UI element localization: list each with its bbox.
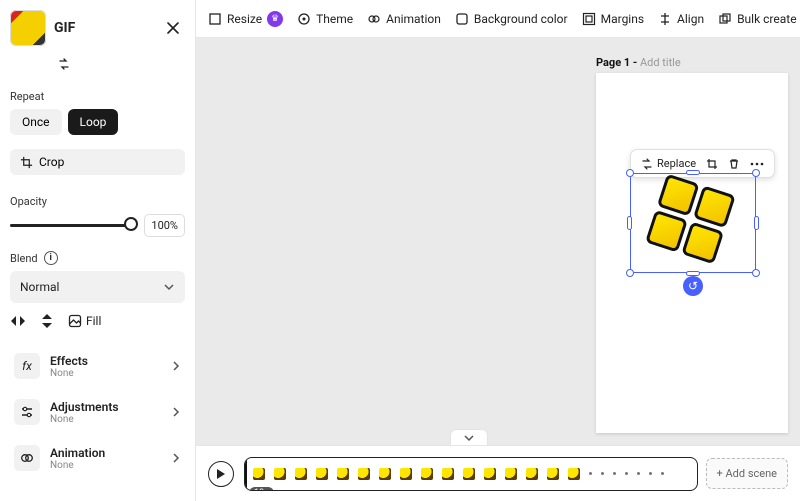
page-title-field[interactable]: Page 1 - Add title <box>596 56 788 69</box>
clip-duration: 10s <box>249 487 274 491</box>
swap-button[interactable] <box>54 54 74 74</box>
context-toolbar: Resize♛ Theme Animation Background color… <box>196 0 800 38</box>
gif-thumbnail <box>10 10 46 46</box>
animation-button[interactable]: Animation <box>367 12 441 26</box>
chevron-right-icon <box>171 407 181 417</box>
swap-icon <box>57 57 71 71</box>
close-button[interactable] <box>161 16 185 40</box>
theme-icon <box>297 12 311 26</box>
selected-gif-element[interactable] <box>643 174 744 275</box>
resize-button[interactable]: Resize♛ <box>208 11 283 27</box>
main-area: Resize♛ Theme Animation Background color… <box>196 0 800 501</box>
flip-v-icon <box>40 313 54 329</box>
crop-button[interactable]: Crop <box>10 149 185 175</box>
bg-color-icon <box>455 12 469 26</box>
play-icon <box>216 468 226 480</box>
repeat-loop-button[interactable]: Loop <box>68 109 119 135</box>
more-icon <box>750 162 764 166</box>
adjustments-icon <box>14 399 40 425</box>
replace-icon <box>641 158 653 170</box>
repeat-segment: Once Loop <box>10 109 185 135</box>
chevron-right-icon <box>171 453 181 463</box>
align-button[interactable]: Align <box>658 12 704 26</box>
crop-selection-button[interactable] <box>702 155 722 173</box>
canvas-area[interactable]: Page 1 - Add title Replace ↺ <box>196 38 800 445</box>
blend-label: Blend <box>10 252 38 265</box>
resize-handle[interactable] <box>686 170 700 175</box>
page-canvas[interactable]: Replace ↺ <box>596 73 788 433</box>
play-button[interactable] <box>208 461 234 487</box>
resize-handle[interactable] <box>754 216 759 230</box>
resize-handle[interactable] <box>627 216 632 230</box>
resize-handle[interactable] <box>626 169 634 177</box>
align-icon <box>658 12 672 26</box>
crop-icon <box>706 158 718 170</box>
resize-handle[interactable] <box>626 269 634 277</box>
add-scene-button[interactable]: + Add scene <box>706 458 788 489</box>
fill-icon <box>68 314 82 328</box>
animation-icon <box>14 445 40 471</box>
fill-button[interactable]: Fill <box>68 313 101 329</box>
timeline-bar: 10s + Add scene <box>196 445 800 501</box>
resize-icon <box>208 12 222 26</box>
timeline-clip[interactable]: 10s <box>244 457 698 491</box>
rotate-handle[interactable]: ↺ <box>683 276 703 296</box>
repeat-label: Repeat <box>10 90 185 103</box>
resize-handle[interactable] <box>752 269 760 277</box>
margins-button[interactable]: Margins <box>582 12 644 26</box>
flip-horizontal-button[interactable] <box>10 313 26 329</box>
effects-icon: fx <box>14 353 40 379</box>
repeat-once-button[interactable]: Once <box>10 109 62 135</box>
blend-select[interactable]: Normal <box>10 271 185 303</box>
resize-handle[interactable] <box>752 169 760 177</box>
chevron-down-icon <box>163 281 175 293</box>
opacity-label: Opacity <box>10 195 185 208</box>
flip-vertical-button[interactable] <box>40 313 54 329</box>
theme-button[interactable]: Theme <box>297 12 353 26</box>
close-icon <box>166 21 180 35</box>
more-button[interactable] <box>746 159 768 169</box>
properties-sidebar: GIF Repeat Once Loop Crop Opacity 100% B… <box>0 0 196 501</box>
slider-knob[interactable] <box>124 217 138 231</box>
selection-bounds[interactable]: ↺ <box>630 173 756 273</box>
flip-h-icon <box>10 314 26 328</box>
premium-badge-icon: ♛ <box>267 11 283 27</box>
chevron-down-icon <box>463 433 475 443</box>
animation-icon <box>367 12 381 26</box>
chevron-right-icon <box>171 361 181 371</box>
background-color-button[interactable]: Background color <box>455 12 568 26</box>
bulk-icon <box>718 12 732 26</box>
adjustments-panel[interactable]: AdjustmentsNone <box>10 389 185 435</box>
sidebar-title: GIF <box>54 20 153 36</box>
margins-icon <box>582 12 596 26</box>
collapse-timeline-button[interactable] <box>450 429 488 445</box>
info-icon[interactable]: i <box>44 251 58 265</box>
opacity-value[interactable]: 100% <box>144 214 185 237</box>
animation-panel[interactable]: AnimationNone <box>10 435 185 481</box>
effects-panel[interactable]: fx EffectsNone <box>10 343 185 389</box>
trash-icon <box>728 158 740 170</box>
crop-icon <box>20 156 33 169</box>
bulk-create-button[interactable]: Bulk create♛ <box>718 11 800 27</box>
playhead[interactable] <box>245 457 247 491</box>
opacity-slider[interactable] <box>10 224 136 227</box>
delete-button[interactable] <box>724 155 744 173</box>
